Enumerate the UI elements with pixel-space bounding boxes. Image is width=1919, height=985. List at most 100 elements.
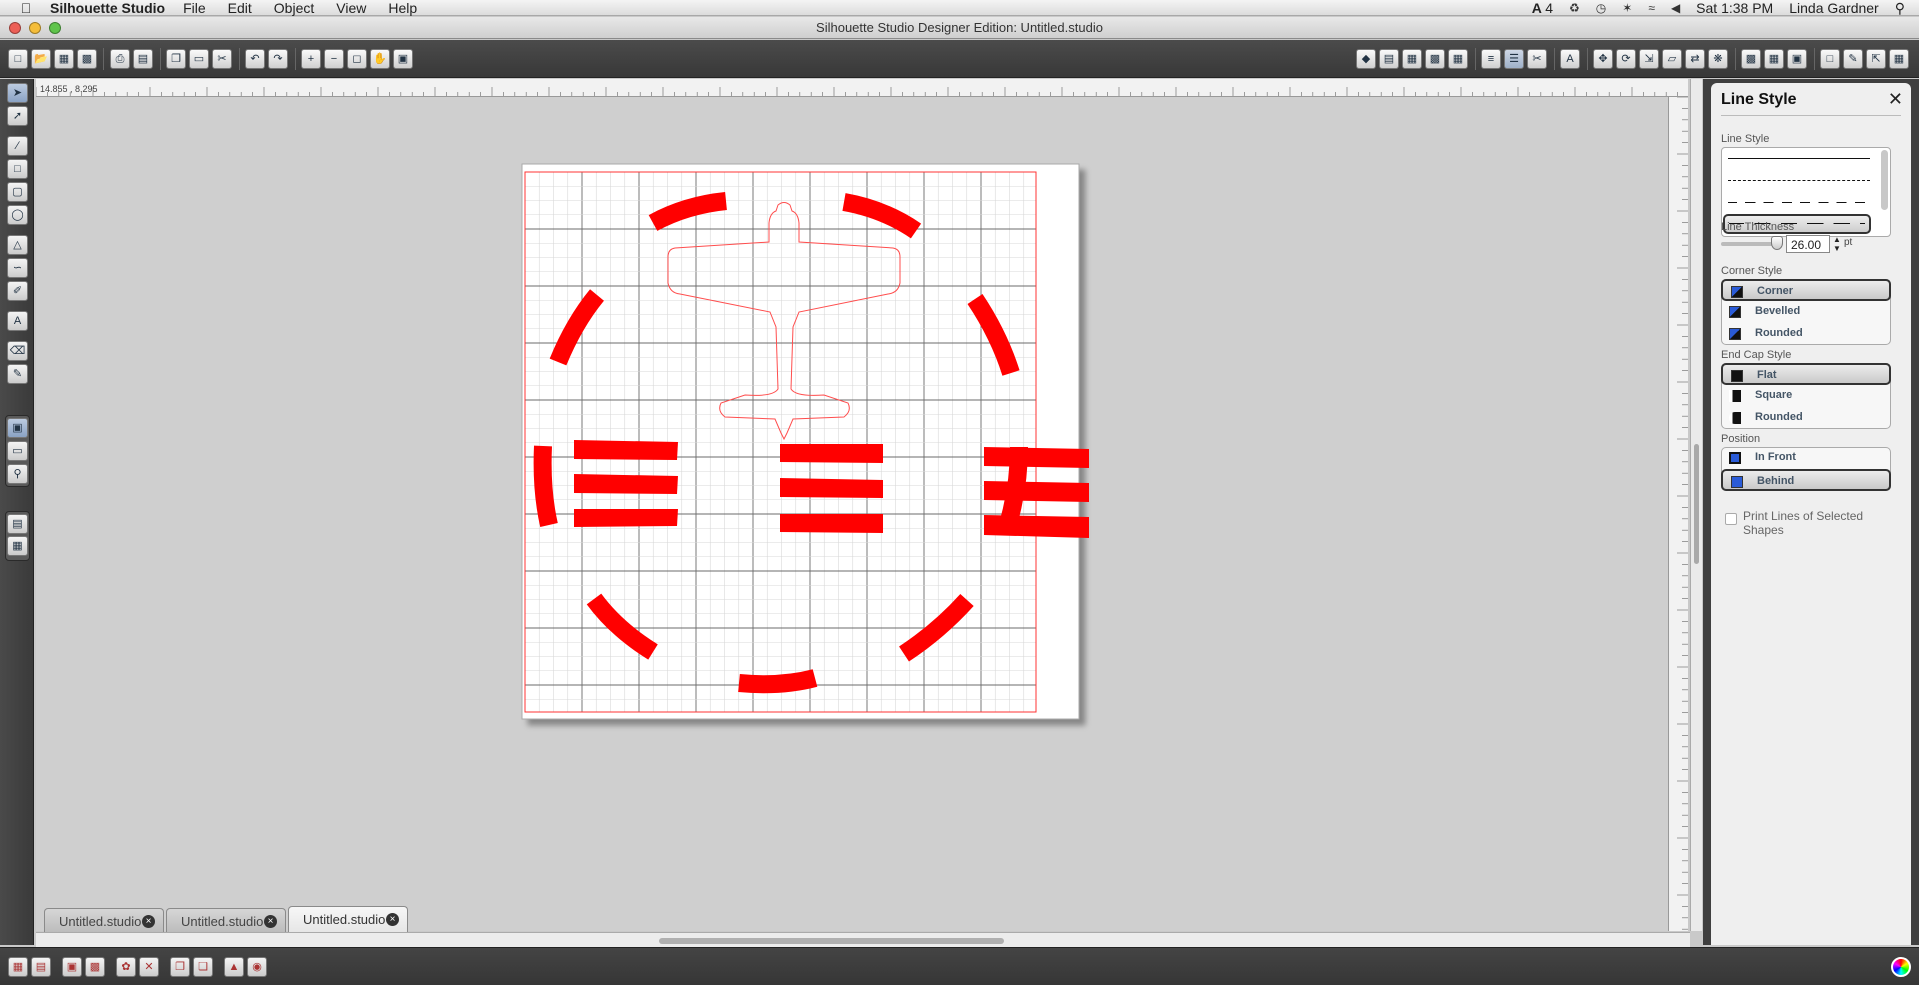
library-icon[interactable]: ▩ xyxy=(1741,49,1761,69)
sync-icon[interactable]: ♻ xyxy=(1569,1,1580,15)
library-panel-icon[interactable]: ▭ xyxy=(7,441,28,461)
print-icon[interactable]: ⎙ xyxy=(110,49,130,69)
menu-edit[interactable]: Edit xyxy=(228,0,252,16)
center-bar[interactable] xyxy=(780,514,883,533)
close-tab-icon[interactable]: × xyxy=(264,915,277,928)
line-color-swatch-icon[interactable]: ≡ xyxy=(1481,49,1501,69)
save-icon[interactable]: ▦ xyxy=(54,49,74,69)
fullscreen-icon[interactable]: ⇱ xyxy=(1866,49,1886,69)
rectangle-tool-icon[interactable]: □ xyxy=(7,159,28,179)
close-icon[interactable]: ✕ xyxy=(1888,89,1903,110)
right-bar[interactable] xyxy=(984,447,1089,468)
shear-icon[interactable]: ▱ xyxy=(1662,49,1682,69)
grid-icon[interactable]: ▦ xyxy=(1889,49,1909,69)
store-icon[interactable]: ▦ xyxy=(1764,49,1784,69)
fill-gradient-icon[interactable]: ▤ xyxy=(1379,49,1399,69)
canvas-drawing[interactable] xyxy=(36,97,1668,931)
offset-icon[interactable]: ◉ xyxy=(247,957,267,977)
line-color-icon[interactable]: ▩ xyxy=(1425,49,1445,69)
clock[interactable]: Sat 1:38 PM xyxy=(1696,0,1773,16)
close-tab-icon[interactable]: × xyxy=(386,913,399,926)
bluetooth-icon[interactable]: ✶ xyxy=(1622,1,1632,15)
replicate-icon[interactable]: ❋ xyxy=(1708,49,1728,69)
long-dash-line-option[interactable] xyxy=(1728,202,1870,203)
line-style-icon[interactable]: ☰ xyxy=(1504,49,1524,69)
shapes-panel-icon[interactable]: ▣ xyxy=(7,418,28,438)
menu-object[interactable]: Object xyxy=(274,0,314,16)
center-bar[interactable] xyxy=(780,444,883,463)
rotate-icon[interactable]: ⟳ xyxy=(1616,49,1636,69)
left-bar[interactable] xyxy=(574,474,678,494)
dashed-line-option[interactable] xyxy=(1728,180,1870,181)
new-file-icon[interactable]: □ xyxy=(8,49,28,69)
undo-icon[interactable]: ↶ xyxy=(245,49,265,69)
open-file-icon[interactable]: 📂 xyxy=(31,49,51,69)
corner-option-rounded[interactable]: Rounded xyxy=(1721,323,1891,345)
paste-icon[interactable]: ▭ xyxy=(189,49,209,69)
thickness-stepper[interactable]: ▲ ▼ xyxy=(1833,235,1841,253)
text-style-icon[interactable]: A xyxy=(1560,49,1580,69)
arc-segment[interactable] xyxy=(533,445,558,528)
transform-icon[interactable]: ✥ xyxy=(1593,49,1613,69)
zoom-window-button[interactable] xyxy=(49,22,61,34)
thickness-input[interactable]: 26.00 xyxy=(1786,235,1830,253)
tab-document-1[interactable]: Untitled.studio × xyxy=(44,908,164,932)
curve-tool-icon[interactable]: ∽ xyxy=(7,258,28,278)
apple-icon[interactable]:  xyxy=(16,0,36,16)
end-cap-option-square[interactable]: Square xyxy=(1721,385,1891,407)
registration-icon[interactable]: ▣ xyxy=(1787,49,1807,69)
user-name[interactable]: Linda Gardner xyxy=(1789,0,1879,16)
bring-to-front-icon[interactable]: ❐ xyxy=(170,957,190,977)
spotlight-icon[interactable]: ⚲ xyxy=(1895,0,1905,17)
group-icon[interactable]: ▦ xyxy=(8,957,28,977)
close-tab-icon[interactable]: × xyxy=(142,915,155,928)
knife-tool-icon[interactable]: ✎ xyxy=(7,364,28,384)
tab-document-2[interactable]: Untitled.studio × xyxy=(166,908,286,932)
horizontal-scrollbar[interactable] xyxy=(36,932,1690,947)
page-setup-icon[interactable]: □ xyxy=(1820,49,1840,69)
sketch-icon[interactable]: ✎ xyxy=(1843,49,1863,69)
line-style-red-icon[interactable]: ▦ xyxy=(1448,49,1468,69)
trace-icon[interactable]: ▲ xyxy=(224,957,244,977)
horizontal-scroll-thumb[interactable] xyxy=(659,938,1004,944)
redo-icon[interactable]: ↷ xyxy=(268,49,288,69)
select-tool-icon[interactable]: ➤ xyxy=(7,83,28,103)
fill-color-icon[interactable]: ◆ xyxy=(1356,49,1376,69)
corner-option-corner[interactable]: Corner xyxy=(1721,279,1891,301)
menu-file[interactable]: File xyxy=(183,0,206,16)
send-to-back-icon[interactable]: ❏ xyxy=(193,957,213,977)
design-canvas[interactable] xyxy=(36,97,1668,931)
mirror-icon[interactable]: ⇄ xyxy=(1685,49,1705,69)
right-bar[interactable] xyxy=(984,515,1089,538)
wifi-icon[interactable]: ≈ xyxy=(1648,1,1655,15)
view-split-icon[interactable]: ▦ xyxy=(7,536,28,556)
end-cap-option-flat[interactable]: Flat xyxy=(1721,363,1891,385)
ungroup-icon[interactable]: ▤ xyxy=(31,957,51,977)
zoom-out-icon[interactable]: − xyxy=(324,49,344,69)
thickness-slider[interactable] xyxy=(1721,236,1783,250)
left-bar[interactable] xyxy=(574,509,678,527)
color-wheel-icon[interactable] xyxy=(1891,957,1911,977)
menu-app-name[interactable]: Silhouette Studio xyxy=(50,0,165,16)
thickness-slider-knob[interactable] xyxy=(1771,236,1783,250)
text-tool-icon[interactable]: A xyxy=(7,311,28,331)
fit-to-page-icon[interactable]: ▣ xyxy=(393,49,413,69)
copy-icon[interactable]: ❐ xyxy=(166,49,186,69)
cut-icon[interactable]: ✂ xyxy=(212,49,232,69)
weld-icon[interactable]: ✿ xyxy=(116,957,136,977)
solid-line-option[interactable] xyxy=(1728,158,1870,159)
view-single-icon[interactable]: ▤ xyxy=(7,514,28,534)
corner-option-bevelled[interactable]: Bevelled xyxy=(1721,301,1891,323)
vertical-scrollbar[interactable] xyxy=(1690,79,1702,931)
rounded-rectangle-tool-icon[interactable]: ▢ xyxy=(7,182,28,202)
zoom-select-icon[interactable]: ◻ xyxy=(347,49,367,69)
position-option-behind[interactable]: Behind xyxy=(1721,469,1891,491)
menu-view[interactable]: View xyxy=(336,0,366,16)
list-scroll-thumb[interactable] xyxy=(1881,150,1888,210)
right-bar[interactable] xyxy=(984,481,1089,502)
delete-icon[interactable]: ✕ xyxy=(139,957,159,977)
send-to-cutter-icon[interactable]: ▤ xyxy=(133,49,153,69)
scale-icon[interactable]: ⇲ xyxy=(1639,49,1659,69)
save-to-library-icon[interactable]: ▩ xyxy=(77,49,97,69)
freehand-tool-icon[interactable]: ✐ xyxy=(7,281,28,301)
